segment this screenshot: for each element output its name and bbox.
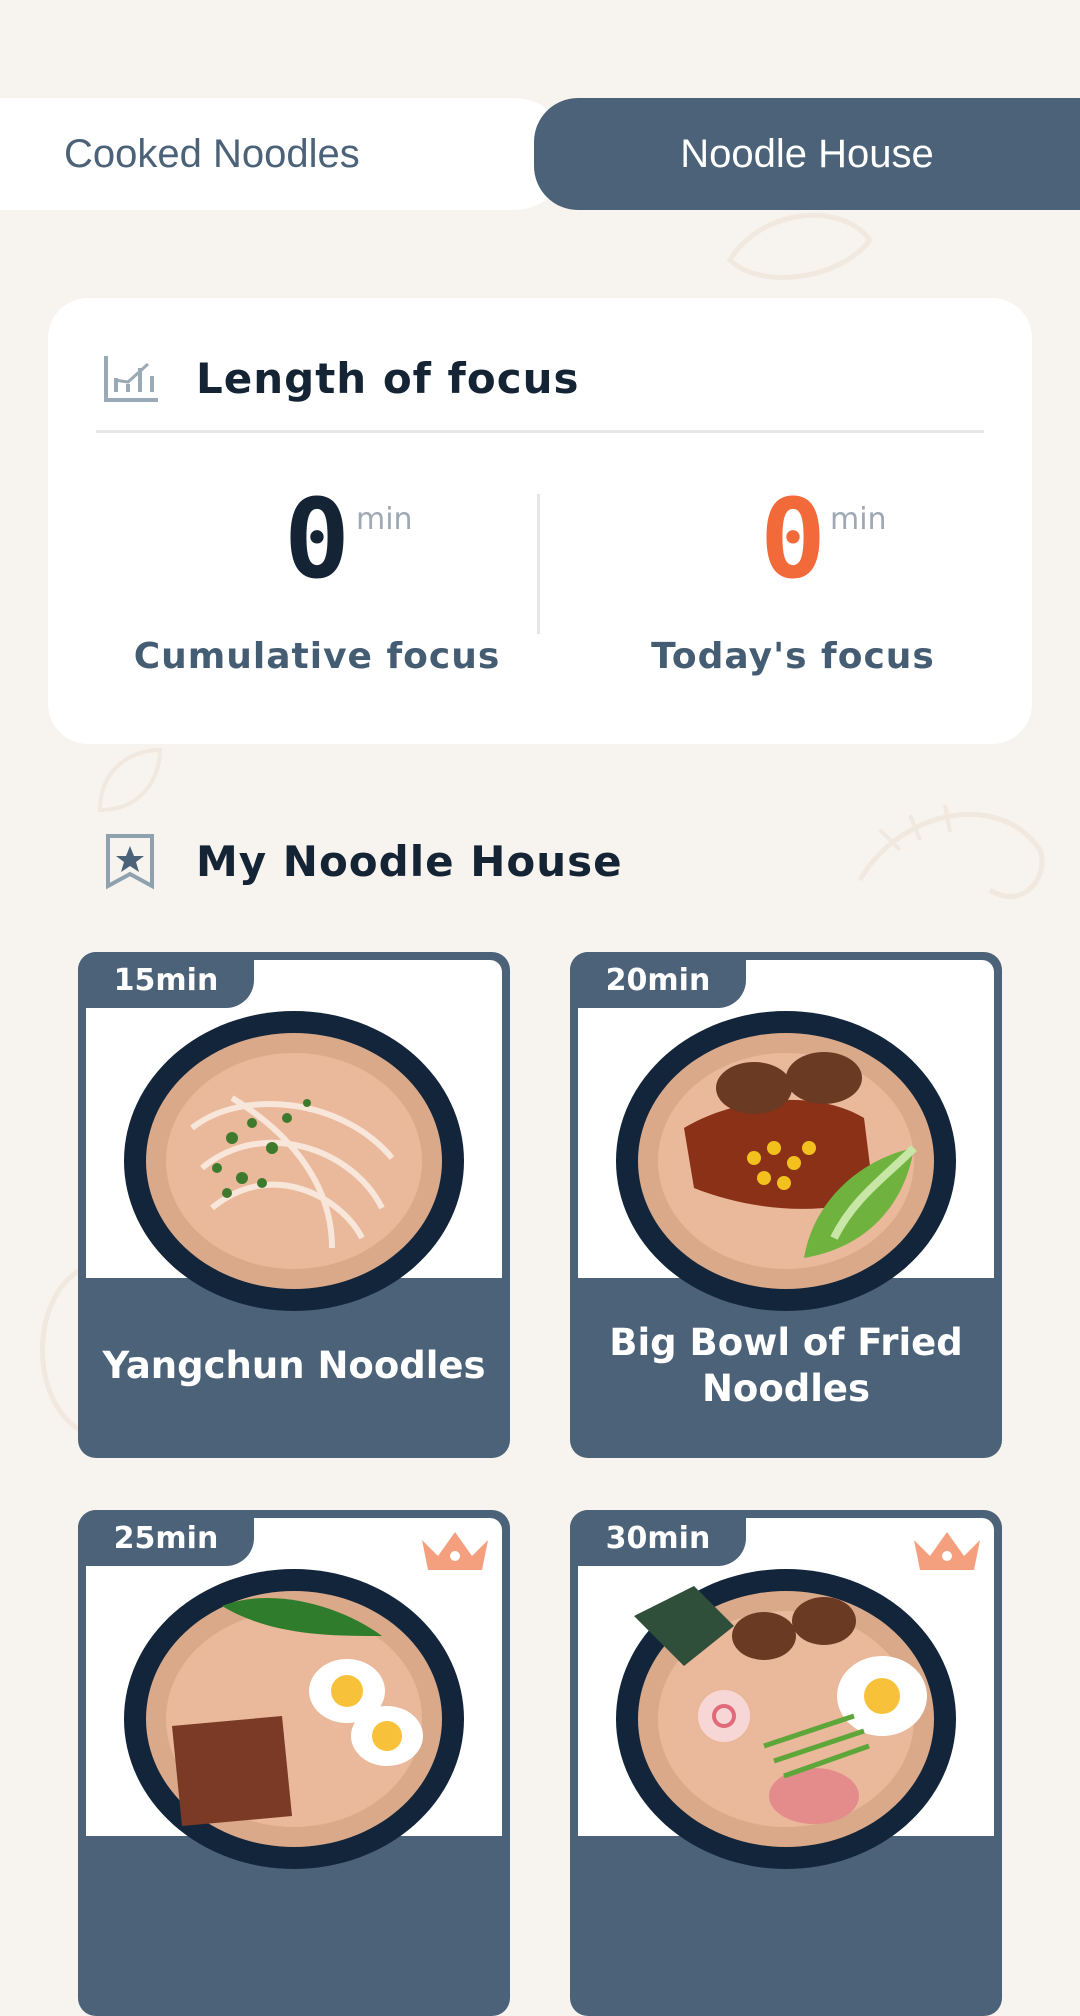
noodle-name	[570, 1840, 1002, 2008]
noodle-card-beef[interactable]: 25min	[78, 1510, 510, 2016]
noodle-time-badge: 20min	[570, 952, 746, 1008]
noodle-card-fried[interactable]: 20min Big Bowl of Fried Noodles	[570, 952, 1002, 1458]
noodle-time-badge: 30min	[570, 1510, 746, 1566]
dumpling-doodle-icon	[726, 212, 874, 280]
noodle-card-yangchun[interactable]: 15min Yangchun Noodles	[78, 952, 510, 1458]
yangchun-noodles-bowl-icon	[124, 1011, 464, 1311]
focus-vertical-divider	[537, 494, 540, 634]
ramen-bowl-icon	[616, 1569, 956, 1869]
shrimp-doodle-icon	[857, 804, 1045, 899]
chart-icon	[104, 356, 158, 402]
focus-header: Length of focus	[102, 346, 579, 410]
cumulative-focus-unit: min	[356, 502, 413, 537]
cumulative-focus-label: Cumulative focus	[133, 636, 501, 677]
tab-noodle-house[interactable]: Noodle House	[534, 98, 1080, 210]
section-title: My Noodle House	[196, 836, 623, 886]
today-focus-value: 0	[759, 475, 827, 603]
today-focus-unit: min	[830, 502, 887, 537]
tab-noodle-house-label: Noodle House	[680, 131, 934, 176]
today-focus-stat: 0 min Today's focus	[578, 484, 1008, 677]
today-focus-label: Today's focus	[651, 636, 935, 677]
fried-noodles-bowl-icon	[616, 1011, 956, 1311]
focus-divider	[96, 430, 984, 433]
my-noodle-house-header: My Noodle House	[104, 832, 623, 890]
tab-cooked-noodles[interactable]: Cooked Noodles	[0, 98, 570, 210]
beef-noodles-bowl-icon	[124, 1569, 464, 1869]
noodle-time-badge: 15min	[78, 952, 254, 1008]
tab-bar: Cooked Noodles Noodle House	[0, 98, 1080, 210]
noodle-name: Big Bowl of Fried Noodles	[609, 1321, 963, 1410]
cumulative-focus-value: 0	[283, 475, 351, 603]
noodle-name: Yangchun Noodles	[102, 1344, 486, 1387]
noodle-card-ramen[interactable]: 30min	[570, 1510, 1002, 2016]
tab-cooked-noodles-label: Cooked Noodles	[64, 131, 360, 176]
bookmark-star-icon	[106, 834, 154, 890]
focus-title: Length of focus	[196, 353, 580, 403]
focus-length-card: Length of focus 0 min Cumulative focus 0…	[48, 298, 1032, 744]
cumulative-focus-stat: 0 min Cumulative focus	[102, 484, 532, 677]
leaf-doodle-icon	[97, 747, 163, 813]
noodle-name	[78, 1840, 510, 2008]
noodle-time-badge: 25min	[78, 1510, 254, 1566]
